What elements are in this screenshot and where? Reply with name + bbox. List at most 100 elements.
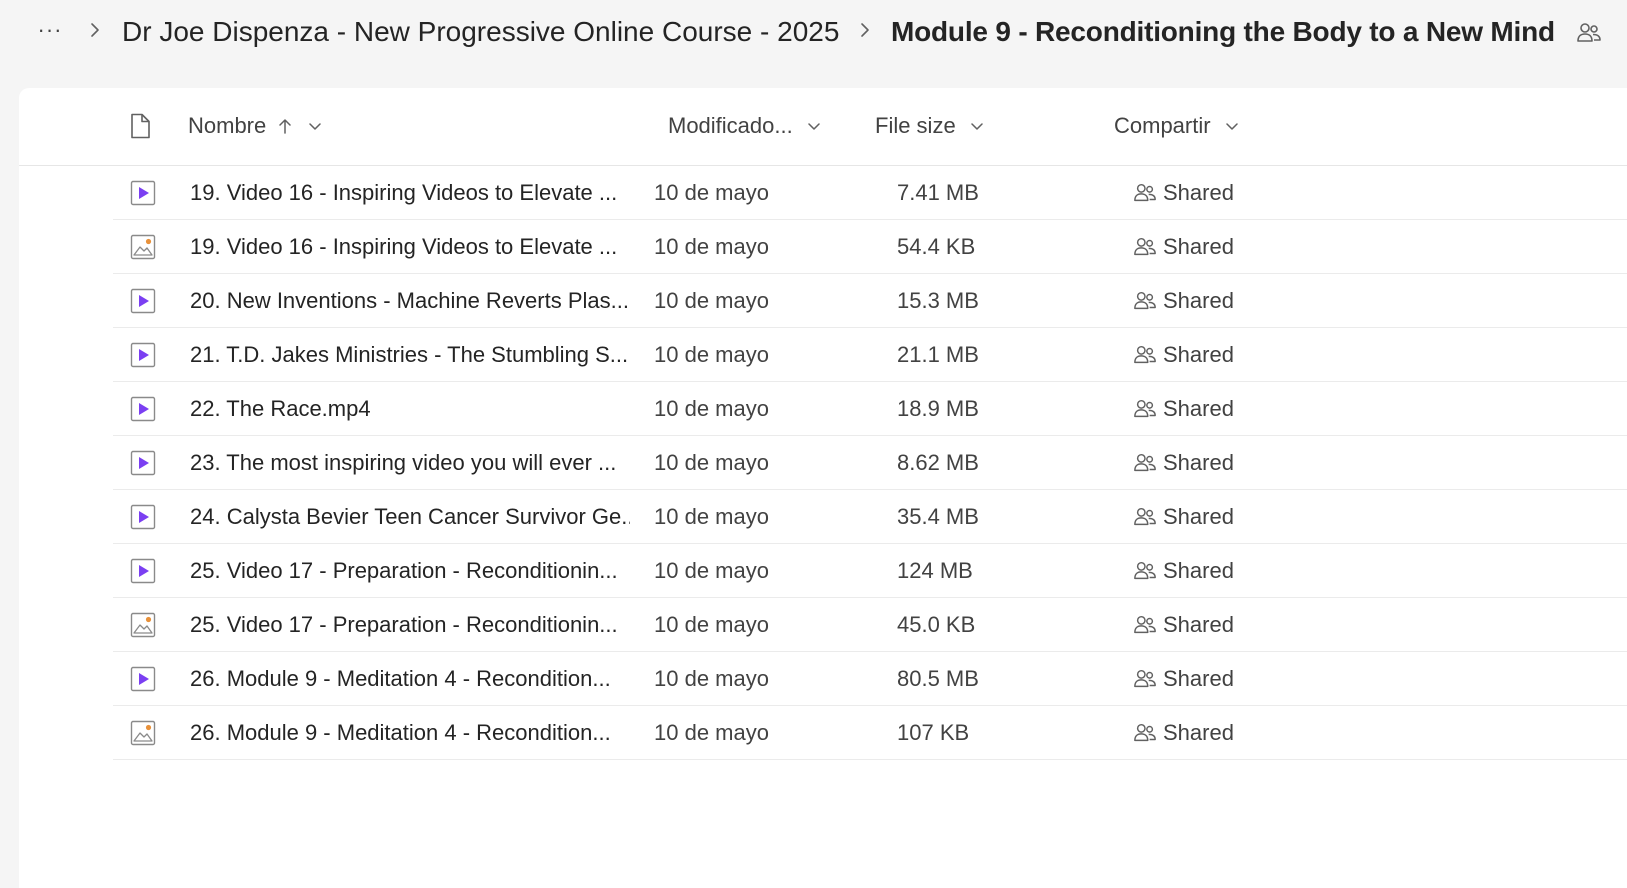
sharing-status[interactable]: Shared [1133, 341, 1234, 369]
column-header-modified[interactable]: Modificado... [668, 112, 821, 140]
sharing-status-label: Shared [1163, 288, 1234, 313]
sharing-status-label: Shared [1163, 180, 1234, 205]
table-row[interactable]: 22. The Race.mp4 10 de mayo 18.9 MB Shared [113, 382, 1627, 436]
file-size: 18.9 MB [897, 396, 979, 421]
sharing-status[interactable]: Shared [1133, 719, 1234, 747]
sharing-status-label: Shared [1163, 666, 1234, 691]
file-size: 124 MB [897, 558, 973, 583]
file-name-link[interactable]: 22. The Race.mp4 [190, 395, 630, 423]
video-file-icon [130, 666, 156, 692]
column-header-name[interactable]: Nombre [188, 112, 322, 140]
modified-date: 10 de mayo [654, 612, 769, 637]
modified-date: 10 de mayo [654, 288, 769, 313]
modified-date: 10 de mayo [654, 666, 769, 691]
sharing-status-label: Shared [1163, 504, 1234, 529]
file-name-link[interactable]: 23. The most inspiring video you will ev… [190, 449, 630, 477]
file-list-header: Nombre Modificado... File size Compartir [19, 88, 1627, 166]
file-size: 80.5 MB [897, 666, 979, 691]
more-horizontal-icon[interactable]: ··· [36, 16, 64, 44]
file-list: 19. Video 16 - Inspiring Videos to Eleva… [113, 166, 1627, 760]
people-shared-icon[interactable] [1576, 20, 1602, 46]
sharing-status[interactable]: Shared [1133, 233, 1234, 261]
modified-date: 10 de mayo [654, 558, 769, 583]
modified-date: 10 de mayo [654, 180, 769, 205]
sharing-status-label: Shared [1163, 450, 1234, 475]
sharing-status-label: Shared [1163, 234, 1234, 259]
table-row[interactable]: 21. T.D. Jakes Ministries - The Stumblin… [113, 328, 1627, 382]
document-icon[interactable] [129, 113, 151, 139]
video-file-icon [130, 558, 156, 584]
breadcrumb: ··· Dr Joe Dispenza - New Progressive On… [0, 0, 1627, 66]
chevron-down-icon [309, 123, 321, 130]
file-name-link[interactable]: 25. Video 17 - Preparation - Recondition… [190, 611, 630, 639]
people-shared-icon [1133, 559, 1163, 583]
column-header-name-label: Nombre [188, 113, 267, 138]
file-name-link[interactable]: 24. Calysta Bevier Teen Cancer Survivor … [190, 503, 630, 531]
table-row[interactable]: 25. Video 17 - Preparation - Recondition… [113, 598, 1627, 652]
file-name-link[interactable]: 19. Video 16 - Inspiring Videos to Eleva… [190, 179, 630, 207]
sharing-status-label: Shared [1163, 720, 1234, 745]
chevron-right-icon [859, 22, 871, 38]
video-file-icon [130, 180, 156, 206]
column-header-file-size-label: File size [875, 113, 956, 138]
file-name-link[interactable]: 20. New Inventions - Machine Reverts Pla… [190, 287, 630, 315]
file-name-link[interactable]: 19. Video 16 - Inspiring Videos to Eleva… [190, 233, 630, 261]
chevron-down-icon [1225, 123, 1238, 130]
column-header-sharing[interactable]: Compartir [1114, 112, 1239, 140]
modified-date: 10 de mayo [654, 234, 769, 259]
modified-date: 10 de mayo [654, 396, 769, 421]
sharing-status[interactable]: Shared [1133, 287, 1234, 315]
people-shared-icon [1133, 613, 1163, 637]
people-shared-icon [1133, 289, 1163, 313]
table-row[interactable]: 26. Module 9 - Meditation 4 - Reconditio… [113, 706, 1627, 760]
table-row[interactable]: 26. Module 9 - Meditation 4 - Reconditio… [113, 652, 1627, 706]
breadcrumb-parent-folder[interactable]: Dr Joe Dispenza - New Progressive Online… [122, 14, 839, 50]
file-size: 45.0 KB [897, 612, 976, 637]
file-name-link[interactable]: 25. Video 17 - Preparation - Recondition… [190, 557, 630, 585]
image-file-icon [130, 612, 156, 638]
sharing-status[interactable]: Shared [1133, 611, 1234, 639]
image-file-icon [130, 234, 156, 260]
chevron-down-icon [807, 123, 820, 130]
people-shared-icon [1133, 181, 1163, 205]
table-row[interactable]: 25. Video 17 - Preparation - Recondition… [113, 544, 1627, 598]
modified-date: 10 de mayo [654, 450, 769, 475]
sharing-status[interactable]: Shared [1133, 179, 1234, 207]
people-shared-icon [1133, 667, 1163, 691]
people-shared-icon [1133, 397, 1163, 421]
sharing-status[interactable]: Shared [1133, 665, 1234, 693]
video-file-icon [130, 396, 156, 422]
video-file-icon [130, 450, 156, 476]
sharing-status-label: Shared [1163, 396, 1234, 421]
file-name-link[interactable]: 26. Module 9 - Meditation 4 - Reconditio… [190, 719, 630, 747]
sharing-status[interactable]: Shared [1133, 449, 1234, 477]
people-shared-icon [1133, 505, 1163, 529]
table-row[interactable]: 24. Calysta Bevier Teen Cancer Survivor … [113, 490, 1627, 544]
sharing-status-label: Shared [1163, 612, 1234, 637]
table-row[interactable]: 19. Video 16 - Inspiring Videos to Eleva… [113, 166, 1627, 220]
image-file-icon [130, 720, 156, 746]
file-name-link[interactable]: 21. T.D. Jakes Ministries - The Stumblin… [190, 341, 630, 369]
arrow-up-icon [279, 119, 291, 134]
table-row[interactable]: 23. The most inspiring video you will ev… [113, 436, 1627, 490]
chevron-right-icon [89, 22, 101, 38]
people-shared-icon [1133, 343, 1163, 367]
modified-date: 10 de mayo [654, 720, 769, 745]
column-header-sharing-label: Compartir [1114, 113, 1211, 138]
file-size: 7.41 MB [897, 180, 979, 205]
file-size: 21.1 MB [897, 342, 979, 367]
file-list-panel: Nombre Modificado... File size Compartir… [19, 88, 1627, 888]
sharing-status[interactable]: Shared [1133, 503, 1234, 531]
file-size: 54.4 KB [897, 234, 976, 259]
breadcrumb-current-folder: Module 9 - Reconditioning the Body to a … [891, 16, 1555, 47]
modified-date: 10 de mayo [654, 342, 769, 367]
column-header-file-size[interactable]: File size [875, 112, 984, 140]
sharing-status[interactable]: Shared [1133, 557, 1234, 585]
table-row[interactable]: 20. New Inventions - Machine Reverts Pla… [113, 274, 1627, 328]
file-size: 8.62 MB [897, 450, 979, 475]
file-name-link[interactable]: 26. Module 9 - Meditation 4 - Reconditio… [190, 665, 630, 693]
sharing-status[interactable]: Shared [1133, 395, 1234, 423]
table-row[interactable]: 19. Video 16 - Inspiring Videos to Eleva… [113, 220, 1627, 274]
video-file-icon [130, 504, 156, 530]
video-file-icon [130, 342, 156, 368]
